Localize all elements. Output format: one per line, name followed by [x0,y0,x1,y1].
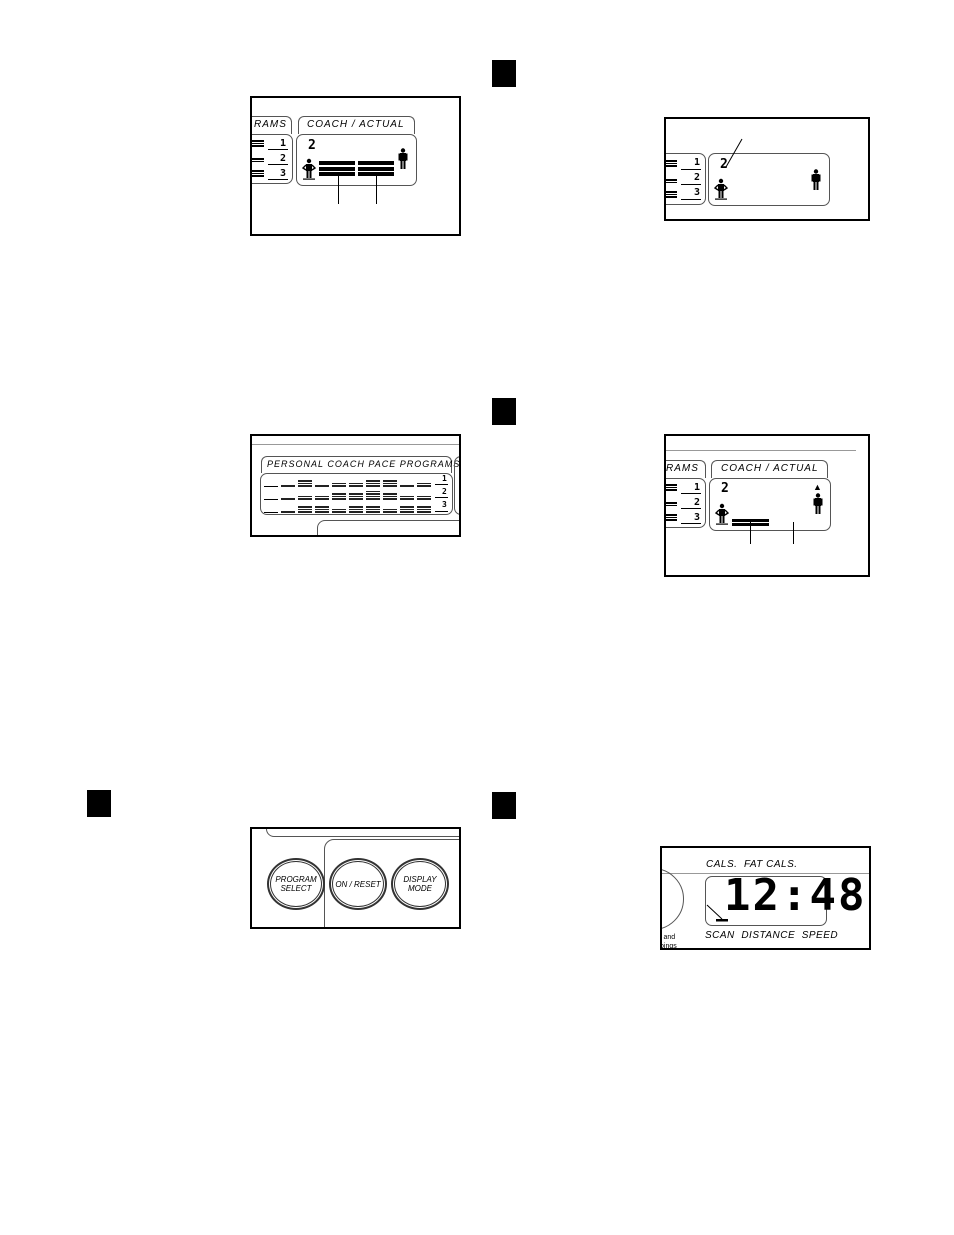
coach-figure-icon [301,158,317,180]
pace-segment [281,489,295,500]
step-marker [492,398,516,425]
level-2: 2 [442,487,447,496]
pace-segment [298,489,312,500]
lcd-time-readout: 12:48 [724,870,867,921]
display-mode-button[interactable]: DISPLAY MODE [391,858,449,910]
pace-segment [264,512,278,514]
level-3: 3 [280,168,287,179]
up-arrow-icon: ▲ [813,482,822,492]
level-3: 3 [694,187,701,198]
callout-line [725,138,743,168]
pace-segment [400,502,414,513]
level-1: 1 [694,482,701,493]
figure-program-number: 1 2 3 2 [664,117,870,221]
pace-segment [281,502,295,513]
program-number: 2 [721,481,729,496]
figure-lcd-display: CALS. FAT CALS. 12:48 SCAN DISTANCE SPEE… [660,846,871,950]
callout-line-actual [376,174,377,204]
programs-tab-label: RAMS [666,463,699,474]
pace-segment [400,489,414,500]
level-1: 1 [280,138,287,149]
coach-figure-icon [714,503,730,525]
pace-segment [281,476,295,487]
pace-segment [349,489,363,500]
cals-labels: CALS. FAT CALS. [706,859,798,870]
coach-figure-icon [713,178,729,200]
cut-text: l and [660,934,676,941]
figure-pace-programs: PERSONAL COACH PACE PROGRAMS 1 2 3 [250,434,461,537]
pace-segment [349,502,363,513]
level-2: 2 [280,153,287,164]
coach-bar [319,161,355,176]
pace-segment [264,486,278,488]
level-2: 2 [694,172,701,183]
coach-actual-label: COACH / ACTUAL [721,463,819,474]
programs-tab-label: RAMS [254,119,287,130]
scan-labels: SCAN DISTANCE SPEED [705,930,839,941]
program-number: 2 [308,138,316,153]
runner-figure-icon [811,169,821,190]
pace-segment [417,502,431,513]
pace-segment [332,502,346,513]
level-3: 3 [442,500,447,509]
level-stripe [252,140,264,148]
step-marker [492,60,516,87]
pace-segment [366,489,380,500]
level-2: 2 [694,497,701,508]
level-1: 1 [442,474,447,483]
pace-segment [400,476,414,487]
pace-program-grid [264,476,434,514]
level-3: 3 [694,512,701,523]
program-select-button[interactable]: PROGRAM SELECT [267,858,325,910]
pace-segment [264,499,278,501]
callout-line-coach [338,174,339,204]
pace-segment [298,502,312,513]
step-marker [87,790,111,817]
callout-line-actual [793,522,794,544]
pace-segment [366,476,380,487]
level-stripe [252,170,264,178]
level-1: 1 [694,157,701,168]
pace-segment [383,489,397,500]
pace-segment [332,489,346,500]
pace-segment [366,502,380,513]
runner-figure-icon [813,493,823,514]
figure-coach-actual-full: RAMS 1 2 3 COACH / ACTUAL 2 [250,96,461,236]
pace-segment [315,476,329,487]
step-marker [492,792,516,819]
pace-segment [417,489,431,500]
pace-segment [332,476,346,487]
pace-segment [315,489,329,500]
pace-programs-title: PERSONAL COACH PACE PROGRAMS [267,459,461,469]
on-reset-button[interactable]: ON / RESET [329,858,387,910]
callout-line-coach [750,522,751,544]
pace-segment [315,502,329,513]
level-stripe [252,158,264,163]
figure-console-buttons: PROGRAM SELECT ON / RESET DISPLAY MODE [250,827,461,929]
indicator-pointer [706,904,728,922]
pace-segment [383,476,397,487]
pace-segment [349,476,363,487]
coach-actual-label: COACH / ACTUAL [307,119,405,130]
figure-coach-actual-partial: RAMS 1 2 3 COACH / ACTUAL 2 ▲ [664,434,870,577]
pace-segment [417,476,431,487]
runner-figure-icon [398,148,408,169]
cut-text: oings [660,943,677,950]
pace-segment [383,502,397,513]
pace-segment [298,476,312,487]
